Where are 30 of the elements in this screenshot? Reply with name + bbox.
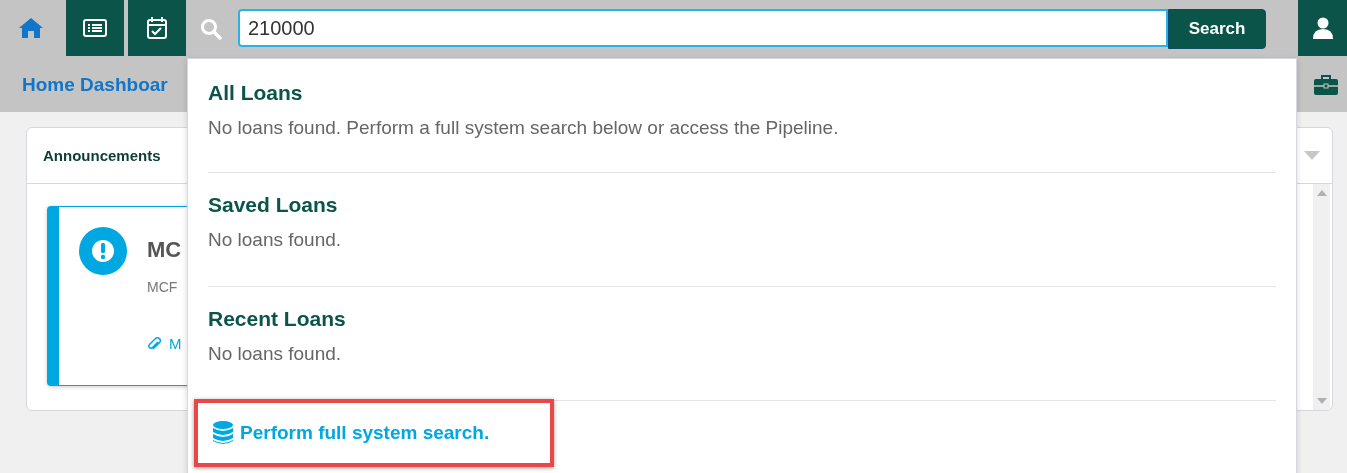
- attachment-link[interactable]: M: [169, 335, 182, 352]
- empty-message: No loans found.: [208, 343, 343, 365]
- user-icon: [1312, 17, 1333, 39]
- section-title: Recent Loans: [208, 307, 347, 331]
- search-icon: [200, 18, 222, 40]
- calendar-button[interactable]: [128, 0, 186, 56]
- home-icon: [18, 17, 44, 39]
- paperclip-icon: [147, 335, 161, 352]
- scroll-up-icon[interactable]: [1316, 190, 1327, 196]
- announcement-text: MCF: [147, 279, 179, 295]
- caret-icon[interactable]: [1304, 150, 1320, 161]
- search-button[interactable]: Search: [1168, 9, 1266, 49]
- section-title: All Loans: [208, 81, 304, 105]
- breadcrumb-link[interactable]: Home Dashboar: [22, 74, 168, 96]
- database-icon: [212, 420, 234, 446]
- panel-title: Announcements: [43, 147, 161, 164]
- section-title: Saved Loans: [208, 193, 339, 217]
- scrollbar[interactable]: [1313, 184, 1330, 410]
- calendar-check-icon: [146, 16, 168, 40]
- list-button[interactable]: [66, 0, 124, 56]
- list-icon: [83, 19, 107, 37]
- empty-message: No loans found. Perform a full system search below or access the Pipeline.: [208, 117, 840, 139]
- scroll-down-icon[interactable]: [1316, 398, 1327, 404]
- full-search-link[interactable]: Perform full system search.: [212, 420, 490, 446]
- briefcase-icon[interactable]: [1313, 74, 1339, 96]
- announcement-title: MC: [147, 237, 182, 263]
- user-button[interactable]: [1298, 0, 1347, 56]
- search-field[interactable]: 210000: [238, 9, 1168, 47]
- empty-message: No loans found.: [208, 229, 343, 251]
- alert-icon: [79, 227, 127, 275]
